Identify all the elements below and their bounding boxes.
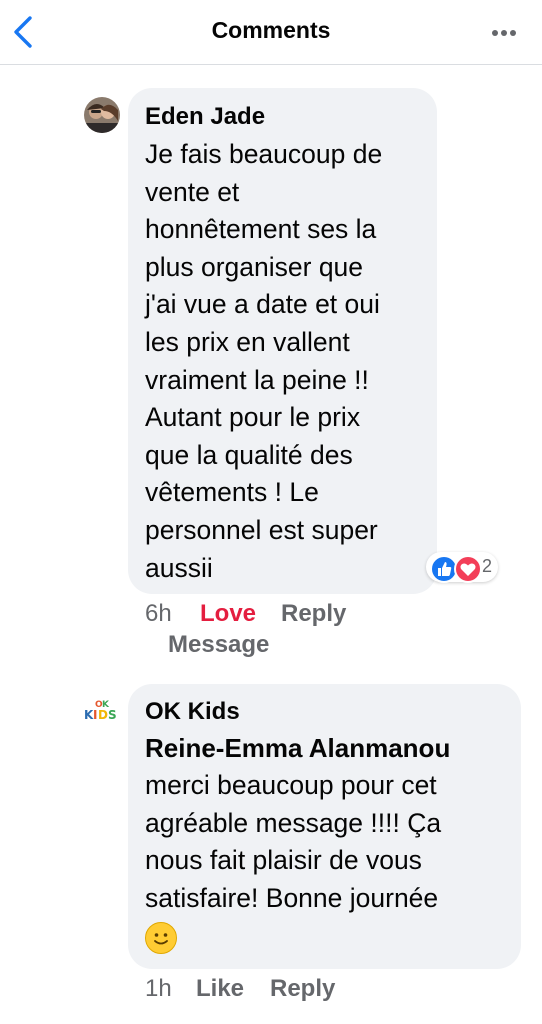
comment-author[interactable]: Eden Jade: [145, 103, 265, 131]
love-button[interactable]: Love: [200, 600, 256, 628]
svg-text:I: I: [93, 708, 97, 722]
comment-time: 6h: [145, 600, 172, 627]
comment-text: merci beaucoup pour cet agréable message…: [145, 770, 442, 913]
like-button[interactable]: Like: [196, 975, 244, 1003]
reply-button[interactable]: Reply: [270, 975, 335, 1003]
comment-time: 1h: [145, 975, 172, 1002]
top-bar: Comments: [0, 0, 542, 65]
svg-text:S: S: [108, 708, 117, 722]
reaction-count: 2: [482, 556, 493, 576]
mention-link[interactable]: Reine-Emma Alanmanou: [145, 733, 450, 764]
message-button[interactable]: Message: [168, 631, 269, 659]
reply-button[interactable]: Reply: [281, 600, 346, 628]
more-options-button[interactable]: [484, 14, 524, 48]
love-icon: [454, 555, 482, 583]
reactions-summary[interactable]: 2: [426, 552, 498, 583]
smiling-face-icon: [145, 922, 177, 954]
page-avatar[interactable]: O K K I D S: [83, 697, 119, 733]
avatar[interactable]: [84, 97, 120, 133]
svg-text:D: D: [98, 708, 108, 722]
comment-text: Je fais beaucoup de vente et honnêtement…: [145, 139, 383, 583]
page-title: Comments: [211, 17, 331, 43]
comment-author[interactable]: OK Kids: [145, 698, 240, 726]
